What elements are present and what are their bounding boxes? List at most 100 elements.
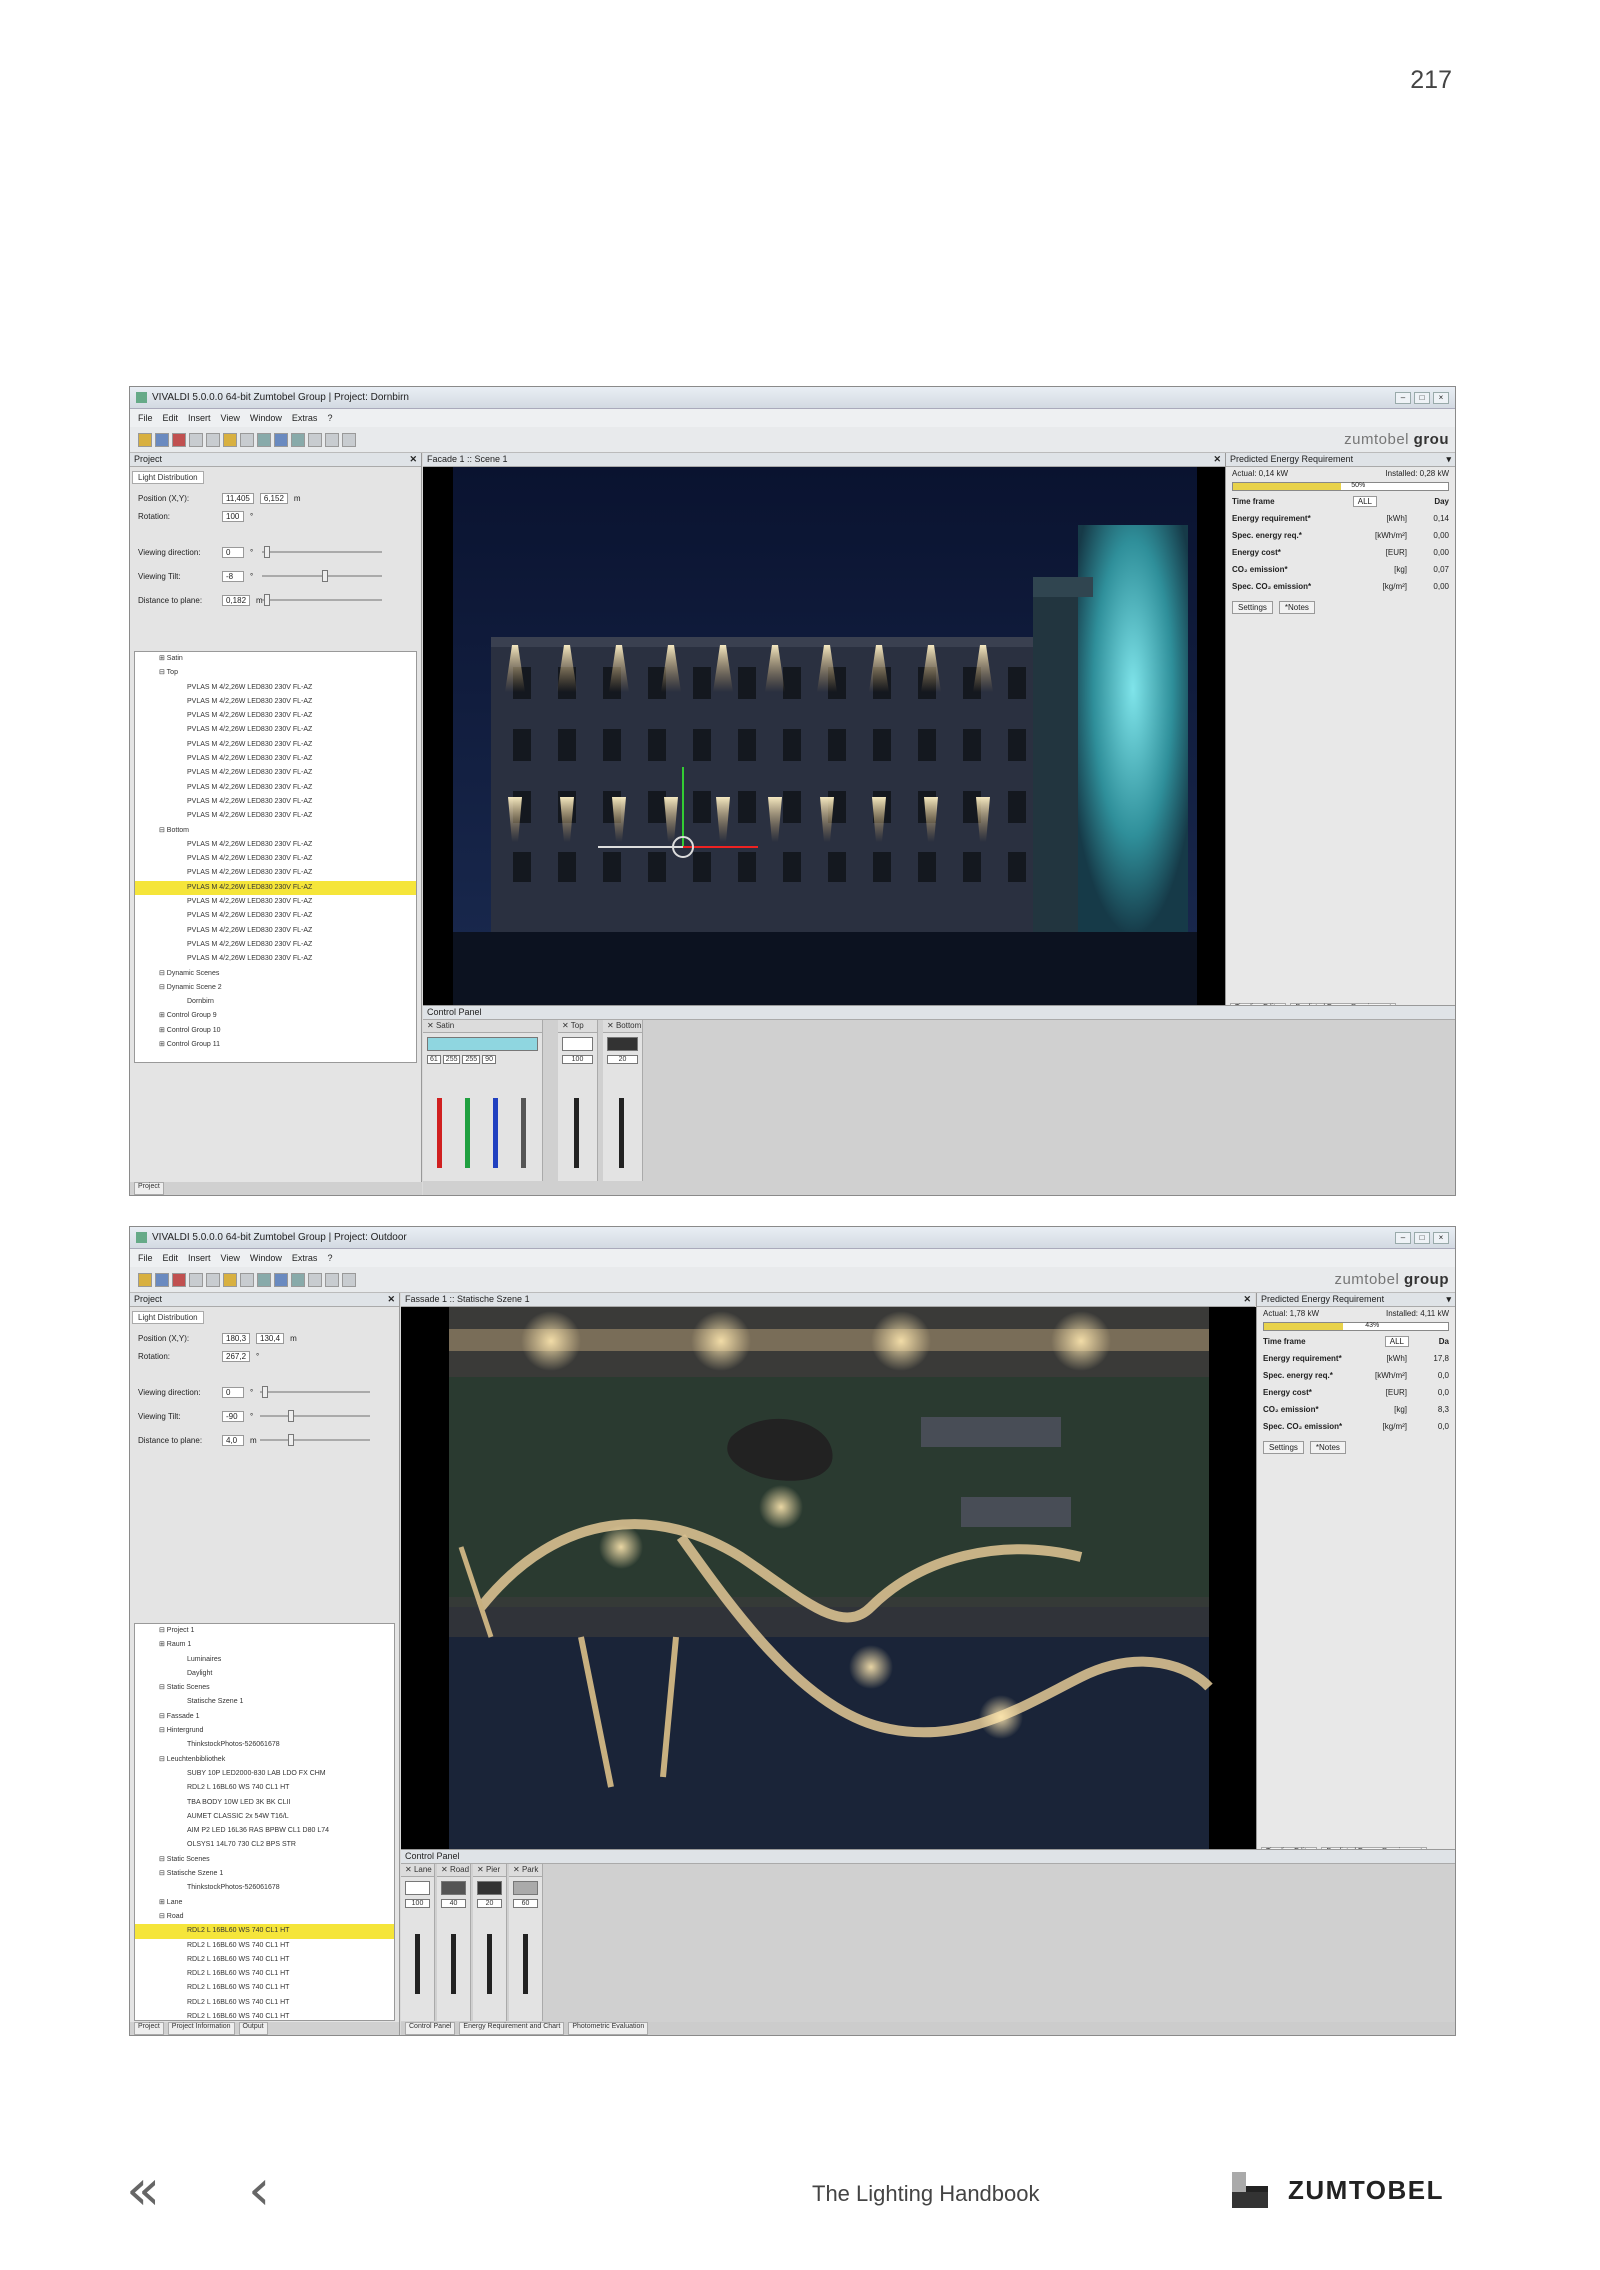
menu-extras[interactable]: Extras [292,413,318,423]
top-fader[interactable] [574,1098,579,1168]
delete-icon[interactable] [172,1272,186,1287]
position-y-field[interactable]: 130,4 [256,1333,285,1344]
layout-icon[interactable] [257,1272,271,1287]
color-swatch[interactable] [441,1881,466,1895]
pane-close-icon[interactable]: ✕ [387,1293,399,1306]
grid-icon[interactable] [274,1272,288,1287]
grid-icon[interactable] [274,432,288,447]
tab-light-distribution[interactable]: Light Distribution [132,471,204,484]
menu-insert[interactable]: Insert [188,413,211,423]
tree-item[interactable]: SUBY 10P LED2000-830 LAB LDO FX CHM [135,1767,394,1781]
menu-edit[interactable]: Edit [163,413,179,423]
tree-item[interactable]: ⊟ Leuchtenbibliothek [135,1753,394,1767]
paste-icon[interactable] [223,1272,237,1287]
viewing-direction-slider[interactable] [262,546,382,558]
tree-item[interactable]: ⊟ Dynamic Scene 2 [135,981,416,995]
tree-item[interactable]: RDL2 L 16BL60 WS 740 CL1 HT [135,1924,394,1939]
viewport-close-icon[interactable]: ✕ [1213,453,1225,466]
red-fader[interactable] [437,1098,442,1168]
print-icon[interactable] [240,432,254,447]
menu-view[interactable]: View [221,413,240,423]
tree-item[interactable]: PVLAS M 4/2,26W LED830 230V FL-AZ [135,880,416,896]
notes-button[interactable]: *Notes [1278,601,1315,614]
position-x-field[interactable]: 11,405 [222,493,254,504]
maximize-icon[interactable]: □ [1414,1231,1430,1244]
position-x-field[interactable]: 180,3 [222,1333,251,1344]
tree-item[interactable]: ThinkstockPhotos-526061678 [135,1881,394,1895]
tree-item[interactable]: PVLAS M 4/2,26W LED830 230V FL-AZ [135,952,416,966]
tree-item[interactable]: ⊞ Control Group 10 [135,1024,416,1038]
save-icon[interactable] [155,1272,169,1287]
tab-project[interactable]: Project [134,1182,164,1195]
render-icon[interactable] [291,1272,305,1287]
close-icon[interactable]: × [1433,1231,1449,1244]
viewing-direction-slider[interactable] [260,1386,370,1398]
tree-item[interactable]: ⊟ Project 1 [135,1624,394,1638]
intensity-fader[interactable] [521,1098,526,1168]
tree-item[interactable]: OLSYS1 14L70 730 CL2 BPS STR [135,1838,394,1852]
tree-item[interactable]: ⊞ Satin [135,652,416,666]
color-swatch-dark[interactable] [607,1037,638,1051]
distance-slider[interactable] [260,1434,370,1446]
tree-item[interactable]: ⊞ Lane [135,1896,394,1910]
intensity-value[interactable]: 90 [482,1055,496,1064]
tree-item[interactable]: AUMET CLASSIC 2x 54W T16/L [135,1810,394,1824]
open-icon[interactable] [138,1272,152,1287]
render-icon[interactable] [291,432,305,447]
maximize-icon[interactable]: □ [1414,391,1430,404]
close-icon[interactable]: × [1433,391,1449,404]
viewing-tilt-field[interactable]: -90 [222,1411,244,1422]
paste-icon[interactable] [223,432,237,447]
blue-value[interactable]: 255 [462,1055,481,1064]
tree-item[interactable]: ⊞ Control Group 11 [135,1038,416,1052]
slider-handle[interactable] [288,1434,294,1446]
menu-window[interactable]: Window [250,413,282,423]
notes-button[interactable]: *Notes [1309,1441,1346,1454]
tree-item[interactable]: PVLAS M 4/2,26W LED830 230V FL-AZ [135,723,416,737]
tab-project[interactable]: Project [134,2022,164,2035]
tree-item[interactable]: Statische Szene 1 [135,1695,394,1709]
rotation-field[interactable]: 100 [222,511,244,522]
tree-item[interactable]: RDL2 L 16BL60 WS 740 CL1 HT [135,1967,394,1981]
tab-photometric-evaluation[interactable]: Photometric Evaluation [568,2022,649,2035]
menu-help[interactable]: ? [327,1253,332,1263]
distance-field[interactable]: 0,182 [222,595,251,606]
slider-handle[interactable] [264,594,270,606]
green-fader[interactable] [465,1098,470,1168]
tree-item[interactable]: ⊟ Bottom [135,824,416,838]
pane-pin-icon[interactable]: ▾ [1446,453,1455,466]
tree-item[interactable]: PVLAS M 4/2,26W LED830 230V FL-AZ [135,709,416,723]
print-icon[interactable] [240,1272,254,1287]
tree-item[interactable]: PVLAS M 4/2,26W LED830 230V FL-AZ [135,752,416,766]
bottom-fader[interactable] [619,1098,624,1168]
help-icon[interactable] [342,432,356,447]
pane-close-icon[interactable]: ✕ [409,453,421,466]
menu-help[interactable]: ? [327,413,332,423]
red-value[interactable]: 61 [427,1055,441,1064]
tree-item[interactable]: ⊟ Dynamic Scenes [135,967,416,981]
undo-icon[interactable] [325,1272,339,1287]
menu-extras[interactable]: Extras [292,1253,318,1263]
tree-item[interactable]: PVLAS M 4/2,26W LED830 230V FL-AZ [135,924,416,938]
settings-button[interactable]: Settings [1232,601,1273,614]
channel-fader[interactable] [415,1934,420,1994]
tree-item[interactable]: RDL2 L 16BL60 WS 740 CL1 HT [135,1781,394,1795]
layout-icon[interactable] [257,432,271,447]
slider-handle[interactable] [322,570,328,582]
calc-icon[interactable] [308,432,322,447]
tree-item[interactable]: Dornbirn [135,995,416,1009]
help-icon[interactable] [342,1272,356,1287]
viewing-direction-field[interactable]: 0 [222,547,244,558]
tree-item[interactable]: PVLAS M 4/2,26W LED830 230V FL-AZ [135,895,416,909]
menu-window[interactable]: Window [250,1253,282,1263]
rotation-field[interactable]: 267,2 [222,1351,251,1362]
tree-item[interactable]: PVLAS M 4/2,26W LED830 230V FL-AZ [135,866,416,880]
distance-slider[interactable] [262,594,382,606]
top-value[interactable]: 100 [562,1055,593,1064]
menu-file[interactable]: File [138,413,153,423]
tree-item[interactable]: ⊟ Static Scenes [135,1681,394,1695]
slider-handle[interactable] [262,1386,268,1398]
tab-control-panel[interactable]: Control Panel [405,2022,456,2035]
settings-button[interactable]: Settings [1263,1441,1304,1454]
channel-value[interactable]: 40 [441,1899,466,1908]
